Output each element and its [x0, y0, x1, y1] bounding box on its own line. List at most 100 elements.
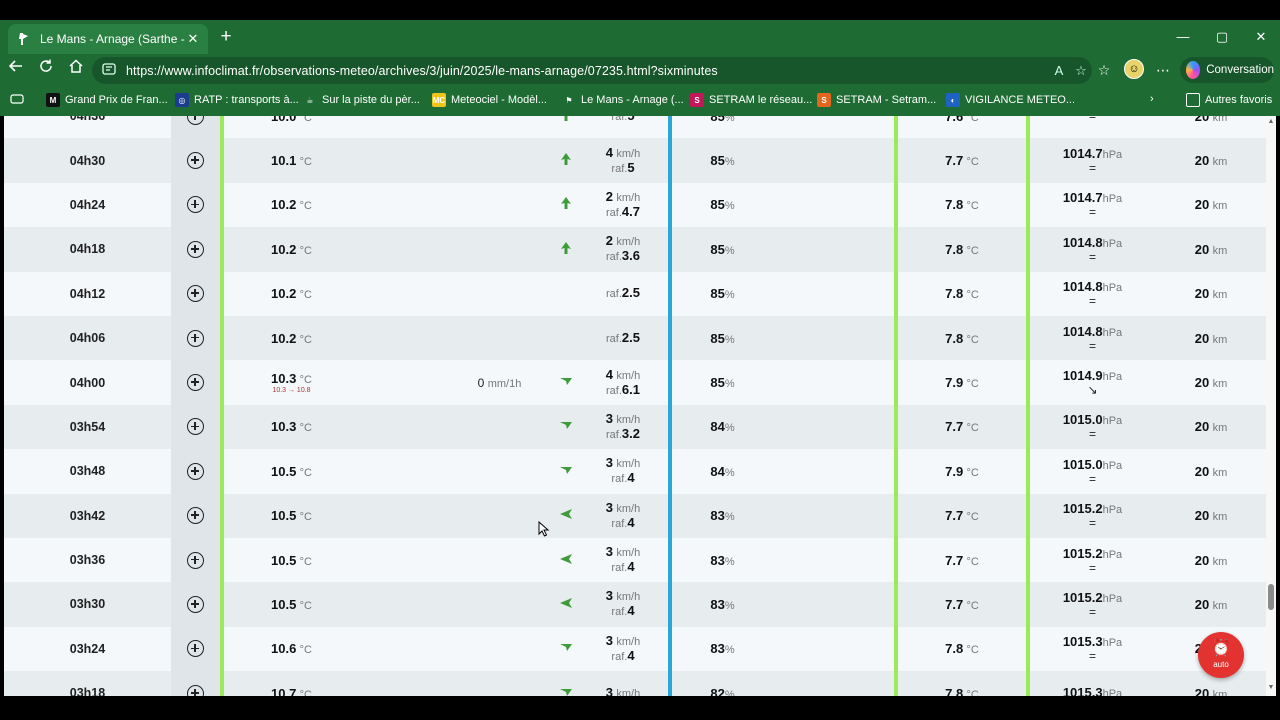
- table-row: 04h12 10.2 °C raf.2.5 85% 7.8 °C 1014.8hPa = 20…: [4, 271, 1267, 316]
- expand-plus-icon[interactable]: [187, 374, 204, 392]
- bookmarks-overflow-icon[interactable]: ›: [1150, 93, 1154, 105]
- expand-cell[interactable]: [171, 537, 220, 583]
- expand-cell[interactable]: [171, 360, 220, 405]
- expand-plus-icon[interactable]: [187, 116, 204, 125]
- pressure-cell: 1015.0hPa =: [1030, 449, 1155, 494]
- bookmark-label: VIGILANCE METEO...: [965, 94, 1076, 106]
- expand-cell[interactable]: [171, 449, 220, 494]
- temperature-value: 10.5: [271, 596, 297, 612]
- minimize-button[interactable]: —: [1168, 26, 1198, 48]
- auto-refresh-button[interactable]: ⏰ auto: [1198, 632, 1244, 678]
- new-tab-button[interactable]: +: [215, 26, 237, 48]
- wind-cell: raf.2.5: [578, 315, 668, 361]
- expand-plus-icon[interactable]: [187, 329, 204, 347]
- wind-cell: 2 km/h raf.4.7: [578, 182, 668, 228]
- home-icon[interactable]: [64, 58, 88, 82]
- empty-cell: [773, 315, 894, 361]
- bookmark-item[interactable]: S SETRAM le réseau...: [690, 93, 812, 107]
- bookmark-label: Grand Prix de Fran...: [65, 94, 168, 106]
- pressure-line: 1015.2hPa: [1030, 502, 1155, 517]
- expand-plus-icon[interactable]: [187, 595, 204, 613]
- expand-plus-icon[interactable]: [187, 240, 204, 258]
- scroll-down-icon[interactable]: ▼: [1267, 684, 1275, 691]
- wind-gust-prefix: raf.: [606, 332, 622, 345]
- time-text: 04h06: [69, 331, 106, 346]
- other-favorites[interactable]: Autres favoris: [1186, 93, 1272, 107]
- scroll-up-icon[interactable]: ▲: [1267, 118, 1275, 125]
- expand-cell[interactable]: [171, 227, 220, 272]
- wind-speed-unit: km/h: [616, 591, 641, 604]
- scrollbar[interactable]: ▲ ▼: [1266, 116, 1276, 696]
- wind-cell: 3 km/h raf.4: [578, 493, 668, 538]
- bookmark-item[interactable]: MC Meteociel - Modèl...: [432, 93, 547, 107]
- tab-active[interactable]: Le Mans - Arnage (Sarthe - France) ✕: [8, 24, 208, 54]
- expand-plus-icon[interactable]: [187, 507, 204, 525]
- humidity-cell: 83%: [672, 537, 773, 583]
- dewpoint-value: 7.7: [945, 552, 964, 568]
- expand-plus-icon[interactable]: [187, 684, 204, 696]
- observation-table-viewport[interactable]: 04h3610.0 °Craf.585%7.6 °C=20 km04h3010.…: [4, 116, 1276, 696]
- expand-cell[interactable]: [171, 582, 220, 627]
- close-window-button[interactable]: ✕: [1246, 26, 1276, 48]
- expand-cell[interactable]: [171, 626, 220, 672]
- humidity-value: 85: [710, 197, 725, 213]
- temperature-cell: 10.5 °C: [224, 493, 359, 538]
- bookmark-item[interactable]: ◎ RATP : transports à...: [175, 93, 299, 107]
- pressure-value: 1014.8: [1062, 279, 1103, 295]
- scrollbar-thumb[interactable]: [1268, 584, 1274, 610]
- expand-cell[interactable]: [171, 271, 220, 316]
- temperature-value: 10.3: [271, 419, 297, 435]
- visibility-unit: km: [1212, 688, 1228, 696]
- humidity-cell: 85%: [672, 315, 773, 361]
- visibility-cell: 20 km: [1155, 537, 1267, 583]
- expand-cell[interactable]: [171, 182, 220, 228]
- expand-cell[interactable]: [171, 138, 220, 183]
- bookmark-item[interactable]: ◐ VIGILANCE METEO...: [946, 93, 1075, 107]
- expand-plus-icon[interactable]: [187, 152, 204, 170]
- expand-cell[interactable]: [171, 493, 220, 538]
- back-icon[interactable]: [4, 58, 28, 82]
- wind-speed-value: 2: [605, 233, 614, 249]
- visibility-unit: km: [1212, 466, 1228, 479]
- expand-plus-icon[interactable]: [187, 640, 204, 658]
- address-bar[interactable]: https://www.infoclimat.fr/observations-m…: [92, 57, 1092, 84]
- more-menu-icon[interactable]: ⋯: [1152, 59, 1174, 81]
- wind-speed-value: 3: [605, 455, 614, 471]
- wind-direction-arrow-icon: [559, 197, 573, 212]
- maximize-button[interactable]: ▢: [1207, 26, 1237, 48]
- favorite-star-icon[interactable]: ☆: [1070, 63, 1092, 79]
- profile-avatar[interactable]: ☺: [1124, 59, 1144, 79]
- bookmark-item[interactable]: M Grand Prix de Fran...: [46, 93, 168, 107]
- expand-plus-icon[interactable]: [187, 196, 204, 214]
- expand-cell[interactable]: [171, 671, 220, 696]
- expand-cell[interactable]: [171, 404, 220, 450]
- bookmarks-toggle-icon[interactable]: [10, 93, 24, 105]
- expand-cell[interactable]: [171, 116, 220, 139]
- expand-plus-icon[interactable]: [187, 551, 204, 569]
- bookmark-item[interactable]: S SETRAM - Setram...: [817, 93, 936, 107]
- expand-plus-icon[interactable]: [187, 418, 204, 436]
- favorites-icon[interactable]: ☆: [1093, 59, 1115, 81]
- pressure-line: 1015.0hPa: [1030, 413, 1155, 428]
- table-row: 04h06 10.2 °C raf.2.5 85% 7.8 °C 1014.8hPa = 20…: [4, 315, 1267, 361]
- expand-plus-icon[interactable]: [187, 462, 204, 480]
- humidity-cell: 85%: [672, 227, 773, 272]
- temperature-cell: 10.5 °C: [224, 582, 359, 627]
- read-aloud-icon[interactable]: A: [1048, 63, 1070, 78]
- bookmark-item[interactable]: ⚑ Le Mans - Arnage (...: [562, 93, 684, 107]
- refresh-icon[interactable]: [34, 58, 58, 82]
- bookmark-item[interactable]: ☕ Sur la piste du pèr...: [303, 93, 420, 107]
- expand-plus-icon[interactable]: [187, 285, 204, 303]
- humidity-unit: %: [724, 116, 735, 124]
- wind-gust-line: raf.4: [578, 471, 668, 486]
- bookmark-favicon-icon: MC: [432, 93, 446, 107]
- copilot-button[interactable]: Conversation: [1180, 57, 1274, 83]
- table-row: 04h24 10.2 °C 2 km/h raf.4.7 85% 7.8 °C 1014.7…: [4, 182, 1267, 228]
- humidity-unit: %: [724, 466, 735, 479]
- tab-close-icon[interactable]: ✕: [186, 31, 200, 47]
- site-info-icon[interactable]: [102, 63, 118, 78]
- wind-cell: 2 km/h raf.3.6: [578, 227, 668, 272]
- wind-direction-arrow-icon: [559, 241, 573, 257]
- temperature-value: 10.5: [271, 552, 297, 568]
- expand-cell[interactable]: [171, 315, 220, 361]
